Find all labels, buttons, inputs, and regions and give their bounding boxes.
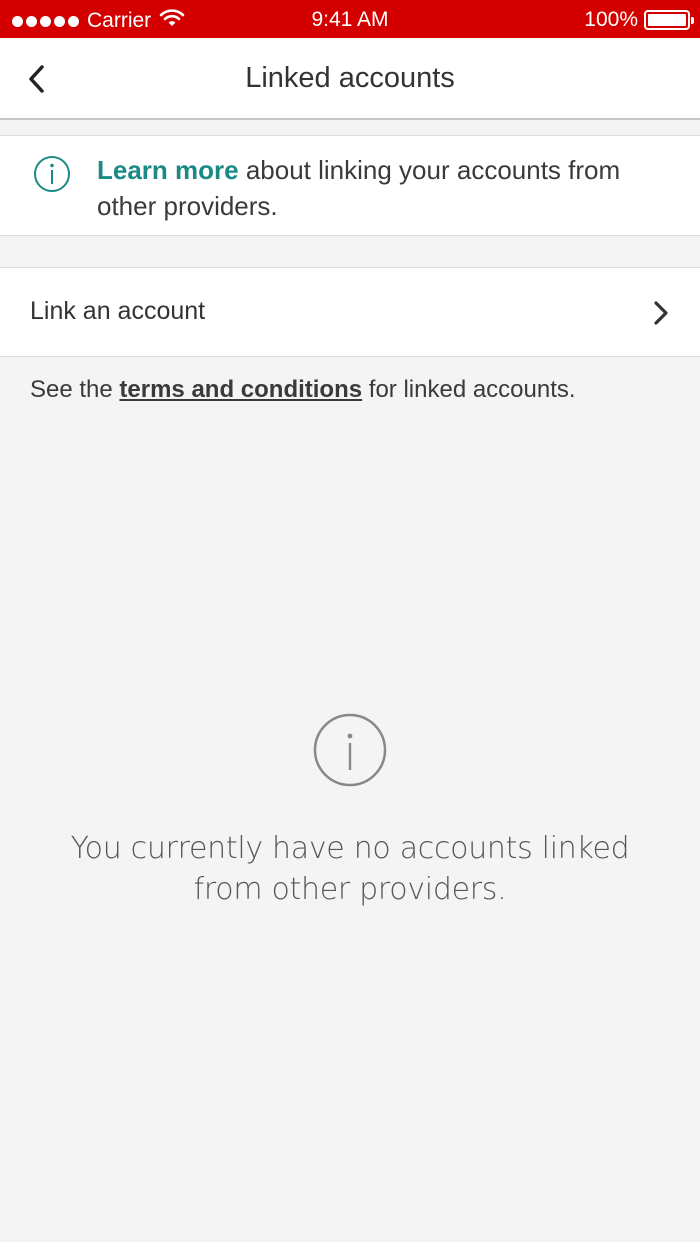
chevron-left-icon <box>29 65 44 93</box>
back-button[interactable] <box>22 60 62 100</box>
status-right: 100% <box>584 8 694 32</box>
info-banner-text: Learn more about linking your accounts f… <box>97 152 677 224</box>
info-icon <box>313 713 387 787</box>
terms-suffix: for linked accounts. <box>362 376 576 403</box>
chevron-right-icon <box>654 301 668 325</box>
status-bar: Carrier 9:41 AM 100% <box>0 0 700 38</box>
terms-line: See the terms and conditions for linked … <box>30 376 576 404</box>
battery-percent: 100% <box>584 8 638 31</box>
link-account-label: Link an account <box>30 297 206 325</box>
info-banner: Learn more about linking your accounts f… <box>0 135 700 236</box>
learn-more-link[interactable]: Learn more <box>97 155 239 185</box>
info-icon <box>34 156 70 192</box>
link-account-row[interactable]: Link an account <box>0 267 700 357</box>
page-title: Linked accounts <box>245 62 455 94</box>
empty-state-message: You currently have no accounts linked fr… <box>70 831 630 907</box>
terms-and-conditions-link[interactable]: terms and conditions <box>119 376 362 403</box>
terms-prefix: See the <box>30 376 120 403</box>
nav-bar: Linked accounts <box>0 38 700 120</box>
battery-icon <box>644 10 694 30</box>
